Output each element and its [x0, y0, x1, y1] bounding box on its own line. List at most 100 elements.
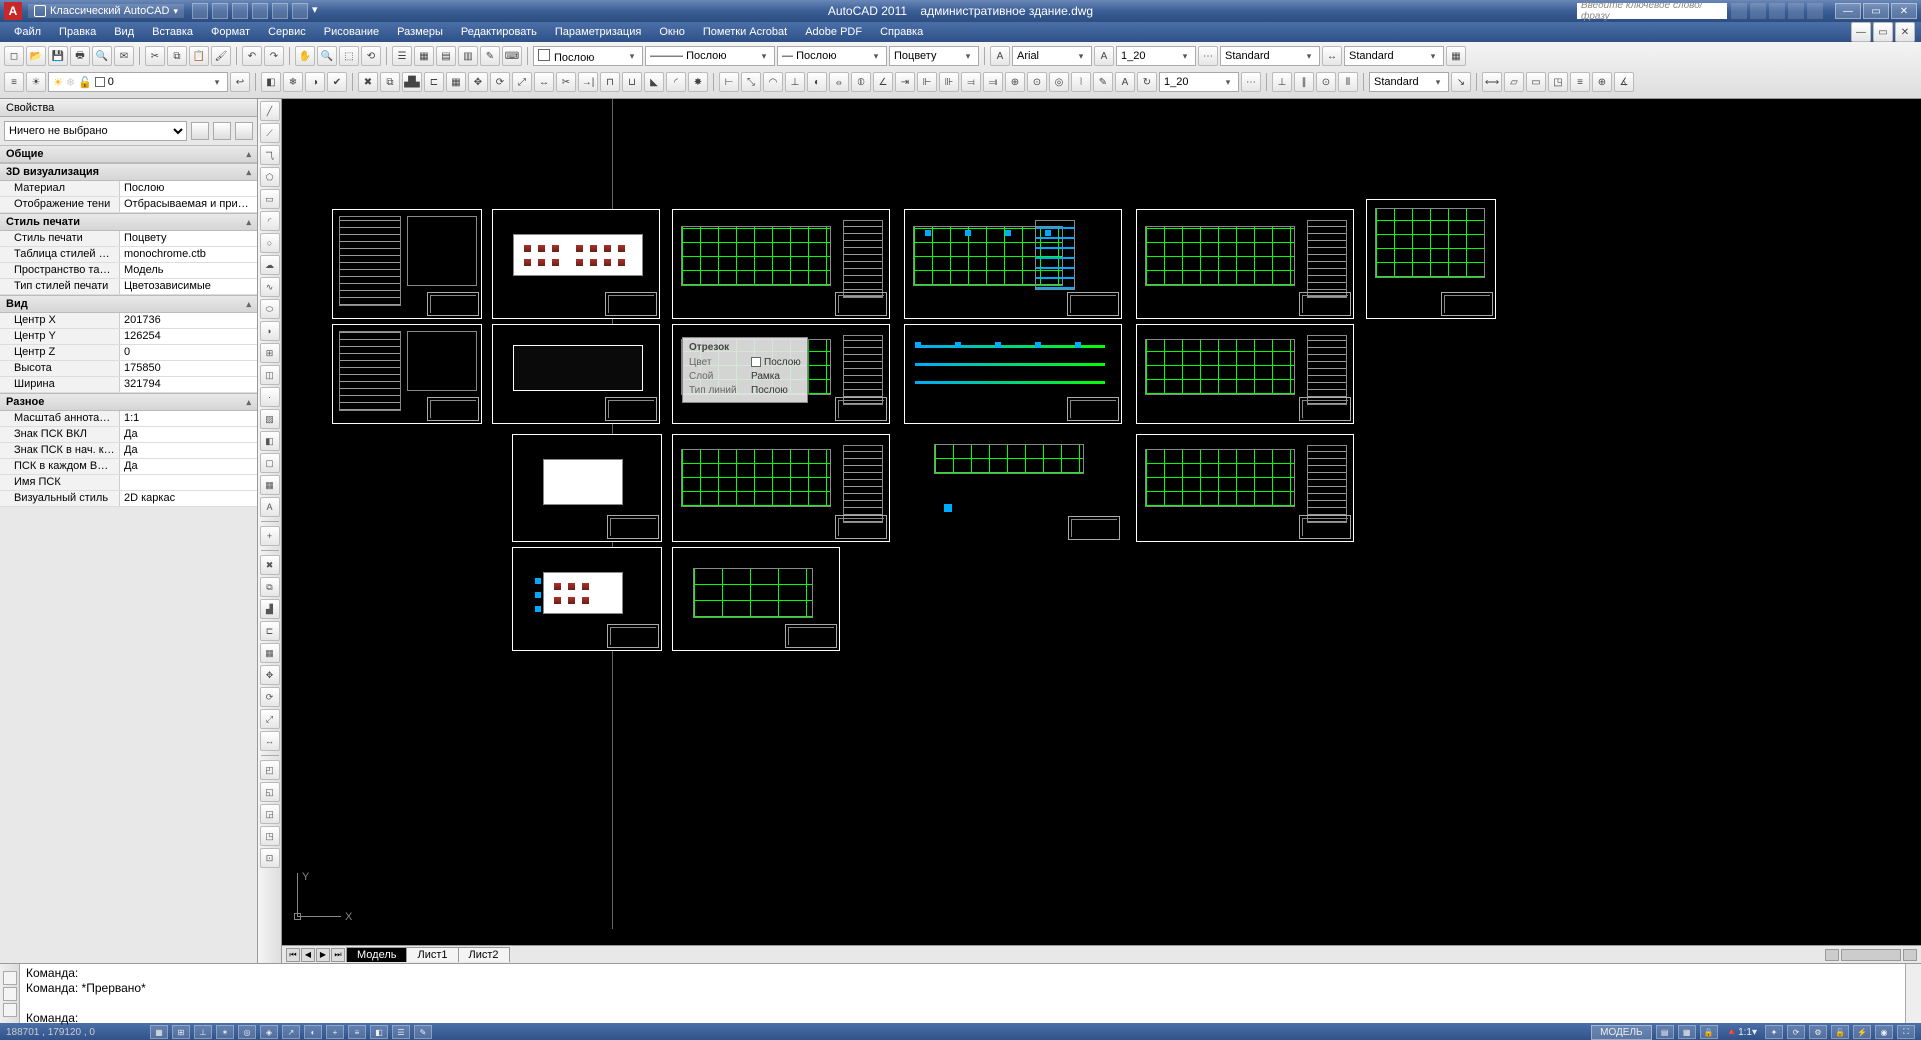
match-props-icon[interactable]: 🖌 [211, 46, 231, 66]
select-objects-icon[interactable] [235, 122, 253, 140]
dim-baseline-icon[interactable]: ⊩ [917, 72, 937, 92]
toolbar-lock-icon[interactable]: 🔓 [1831, 1025, 1849, 1039]
tool-palettes-icon[interactable]: ▤ [436, 46, 456, 66]
layer-off-icon[interactable]: ◑ [305, 72, 325, 92]
offset-icon[interactable]: ⊏ [424, 72, 444, 92]
region-icon[interactable]: ▢ [260, 453, 280, 473]
insert-block-icon[interactable]: ⊞ [260, 343, 280, 363]
status-model-button[interactable]: МОДЕЛЬ [1591, 1025, 1651, 1040]
mdi-restore-button[interactable]: ▭ [1873, 22, 1893, 42]
measure-region-icon[interactable]: ▭ [1526, 72, 1546, 92]
drawing-canvas[interactable]: Y X Отрезок ЦветПослою СлойРамка Тип лин… [282, 99, 1921, 945]
menu-insert[interactable]: Вставка [144, 24, 201, 40]
sc-toggle[interactable]: ✎ [414, 1025, 432, 1039]
constraint-2-icon[interactable]: ∥ [1294, 72, 1314, 92]
prop-val[interactable]: 0 [120, 345, 257, 360]
ellipse-arc-icon[interactable]: ◗ [260, 321, 280, 341]
tool3-icon[interactable]: ◲ [260, 804, 280, 824]
print-preview-icon[interactable]: 🔍 [92, 46, 112, 66]
text-height-icon[interactable]: A [1094, 46, 1114, 66]
hatch-icon[interactable]: ▨ [260, 409, 280, 429]
app-logo-icon[interactable]: A [4, 2, 22, 20]
hardware-accel-icon[interactable]: ⚡ [1853, 1025, 1871, 1039]
tab-scrollbar[interactable] [1825, 949, 1917, 961]
dim-diameter-icon[interactable]: ⦶ [851, 72, 871, 92]
dim-radius-icon[interactable]: ◐ [807, 72, 827, 92]
pickadd-icon[interactable] [213, 122, 231, 140]
dim-aligned-icon[interactable]: ⤡ [741, 72, 761, 92]
dim-angular-icon[interactable]: ∠ [873, 72, 893, 92]
measure-area-icon[interactable]: ▱ [1504, 72, 1524, 92]
properties-icon[interactable]: ☰ [392, 46, 412, 66]
rotate-icon[interactable]: ⟳ [490, 72, 510, 92]
tab-nav-prev[interactable]: ◀ [301, 948, 315, 962]
menu-tools[interactable]: Сервис [260, 24, 314, 40]
anno-scale-lock-icon[interactable]: 🔒 [1700, 1025, 1718, 1039]
qat-dropdown-icon[interactable]: ▾ [312, 3, 322, 19]
dim-continue-icon[interactable]: ⊪ [939, 72, 959, 92]
menu-modify[interactable]: Редактировать [453, 24, 545, 40]
dim-arc-icon[interactable]: ◠ [763, 72, 783, 92]
mod-array-icon[interactable]: ▦ [260, 643, 280, 663]
qat-undo-icon[interactable] [252, 3, 268, 19]
polyline-icon[interactable]: ⺄ [260, 145, 280, 165]
inspect-icon[interactable]: ◎ [1049, 72, 1069, 92]
menu-acrobat-markup[interactable]: Пометки Acrobat [695, 24, 795, 40]
layer-make-current-icon[interactable]: ✔ [327, 72, 347, 92]
workspace-selector[interactable]: Классический AutoCAD ▾ [28, 4, 184, 18]
prop-row[interactable]: Знак ПСК в нач. коорд.Да [0, 443, 257, 459]
favorite-icon[interactable] [1788, 3, 1804, 19]
dim-edit-icon[interactable]: ✎ [1093, 72, 1113, 92]
layer-previous-icon[interactable]: ↩ [230, 72, 250, 92]
tab-nav-last[interactable]: ⏭ [331, 948, 345, 962]
mdi-close-button[interactable]: ✕ [1895, 22, 1915, 42]
anno-scale-label[interactable]: 🔺1:1▾ [1722, 1027, 1761, 1038]
prop-group-header[interactable]: 3D визуализация▴ [0, 163, 257, 181]
dim-jogged-icon[interactable]: ⦵ [829, 72, 849, 92]
sheet-set-icon[interactable]: ▥ [458, 46, 478, 66]
dim-style-manage-icon[interactable]: ⋯ [1241, 72, 1261, 92]
make-block-icon[interactable]: ◫ [260, 365, 280, 385]
polar-toggle[interactable]: ✶ [216, 1025, 234, 1039]
workspace-switch-icon[interactable]: ⚙ [1809, 1025, 1827, 1039]
copy-icon[interactable]: ⧉ [167, 46, 187, 66]
prop-val[interactable]: Послою [120, 181, 257, 196]
add-selected-icon[interactable]: + [260, 526, 280, 546]
search-input[interactable]: Введите ключевое слово/фразу [1577, 3, 1727, 19]
mod-offset-icon[interactable]: ⊏ [260, 621, 280, 641]
prop-group-header[interactable]: Общие▴ [0, 145, 257, 163]
polygon-icon[interactable]: ⬠ [260, 167, 280, 187]
tool4-icon[interactable]: ◳ [260, 826, 280, 846]
quickview-layouts-icon[interactable]: ▤ [1656, 1025, 1674, 1039]
menu-window[interactable]: Окно [651, 24, 693, 40]
font-select[interactable]: Arial▾ [1012, 46, 1092, 66]
cut-icon[interactable]: ✂ [145, 46, 165, 66]
prop-val[interactable]: 1:1 [120, 411, 257, 426]
menu-draw[interactable]: Рисование [316, 24, 387, 40]
prop-row[interactable]: Стиль печатиПоцвету [0, 231, 257, 247]
prop-val[interactable]: Да [120, 427, 257, 442]
move-icon[interactable]: ✥ [468, 72, 488, 92]
prop-row[interactable]: МатериалПослою [0, 181, 257, 197]
tab-model[interactable]: Модель [346, 947, 407, 962]
layer-freeze-icon[interactable]: ❄ [283, 72, 303, 92]
selection-combo[interactable]: Ничего не выбрано [4, 121, 187, 141]
zoom-realtime-icon[interactable]: 🔍 [317, 46, 337, 66]
gradient-icon[interactable]: ◧ [260, 431, 280, 451]
quickselect-icon[interactable] [191, 122, 209, 140]
prop-val[interactable]: Цветозависимые [120, 279, 257, 294]
break-icon[interactable]: ⊓ [600, 72, 620, 92]
snap-toggle[interactable]: ▦ [150, 1025, 168, 1039]
prop-row[interactable]: ПСК в каждом ВЭкранеДа [0, 459, 257, 475]
qat-save-icon[interactable] [232, 3, 248, 19]
3dosnap-toggle[interactable]: ◈ [260, 1025, 278, 1039]
scale-icon[interactable]: ⤢ [512, 72, 532, 92]
ellipse-icon[interactable]: ⬭ [260, 299, 280, 319]
prop-row[interactable]: Знак ПСК ВКЛДа [0, 427, 257, 443]
constraint-1-icon[interactable]: ⊥ [1272, 72, 1292, 92]
new-icon[interactable]: ◻ [4, 46, 24, 66]
chamfer-icon[interactable]: ◣ [644, 72, 664, 92]
anno-autoscale-icon[interactable]: ⟳ [1787, 1025, 1805, 1039]
extend-icon[interactable]: →| [578, 72, 598, 92]
tolerance-icon[interactable]: ⊕ [1005, 72, 1025, 92]
